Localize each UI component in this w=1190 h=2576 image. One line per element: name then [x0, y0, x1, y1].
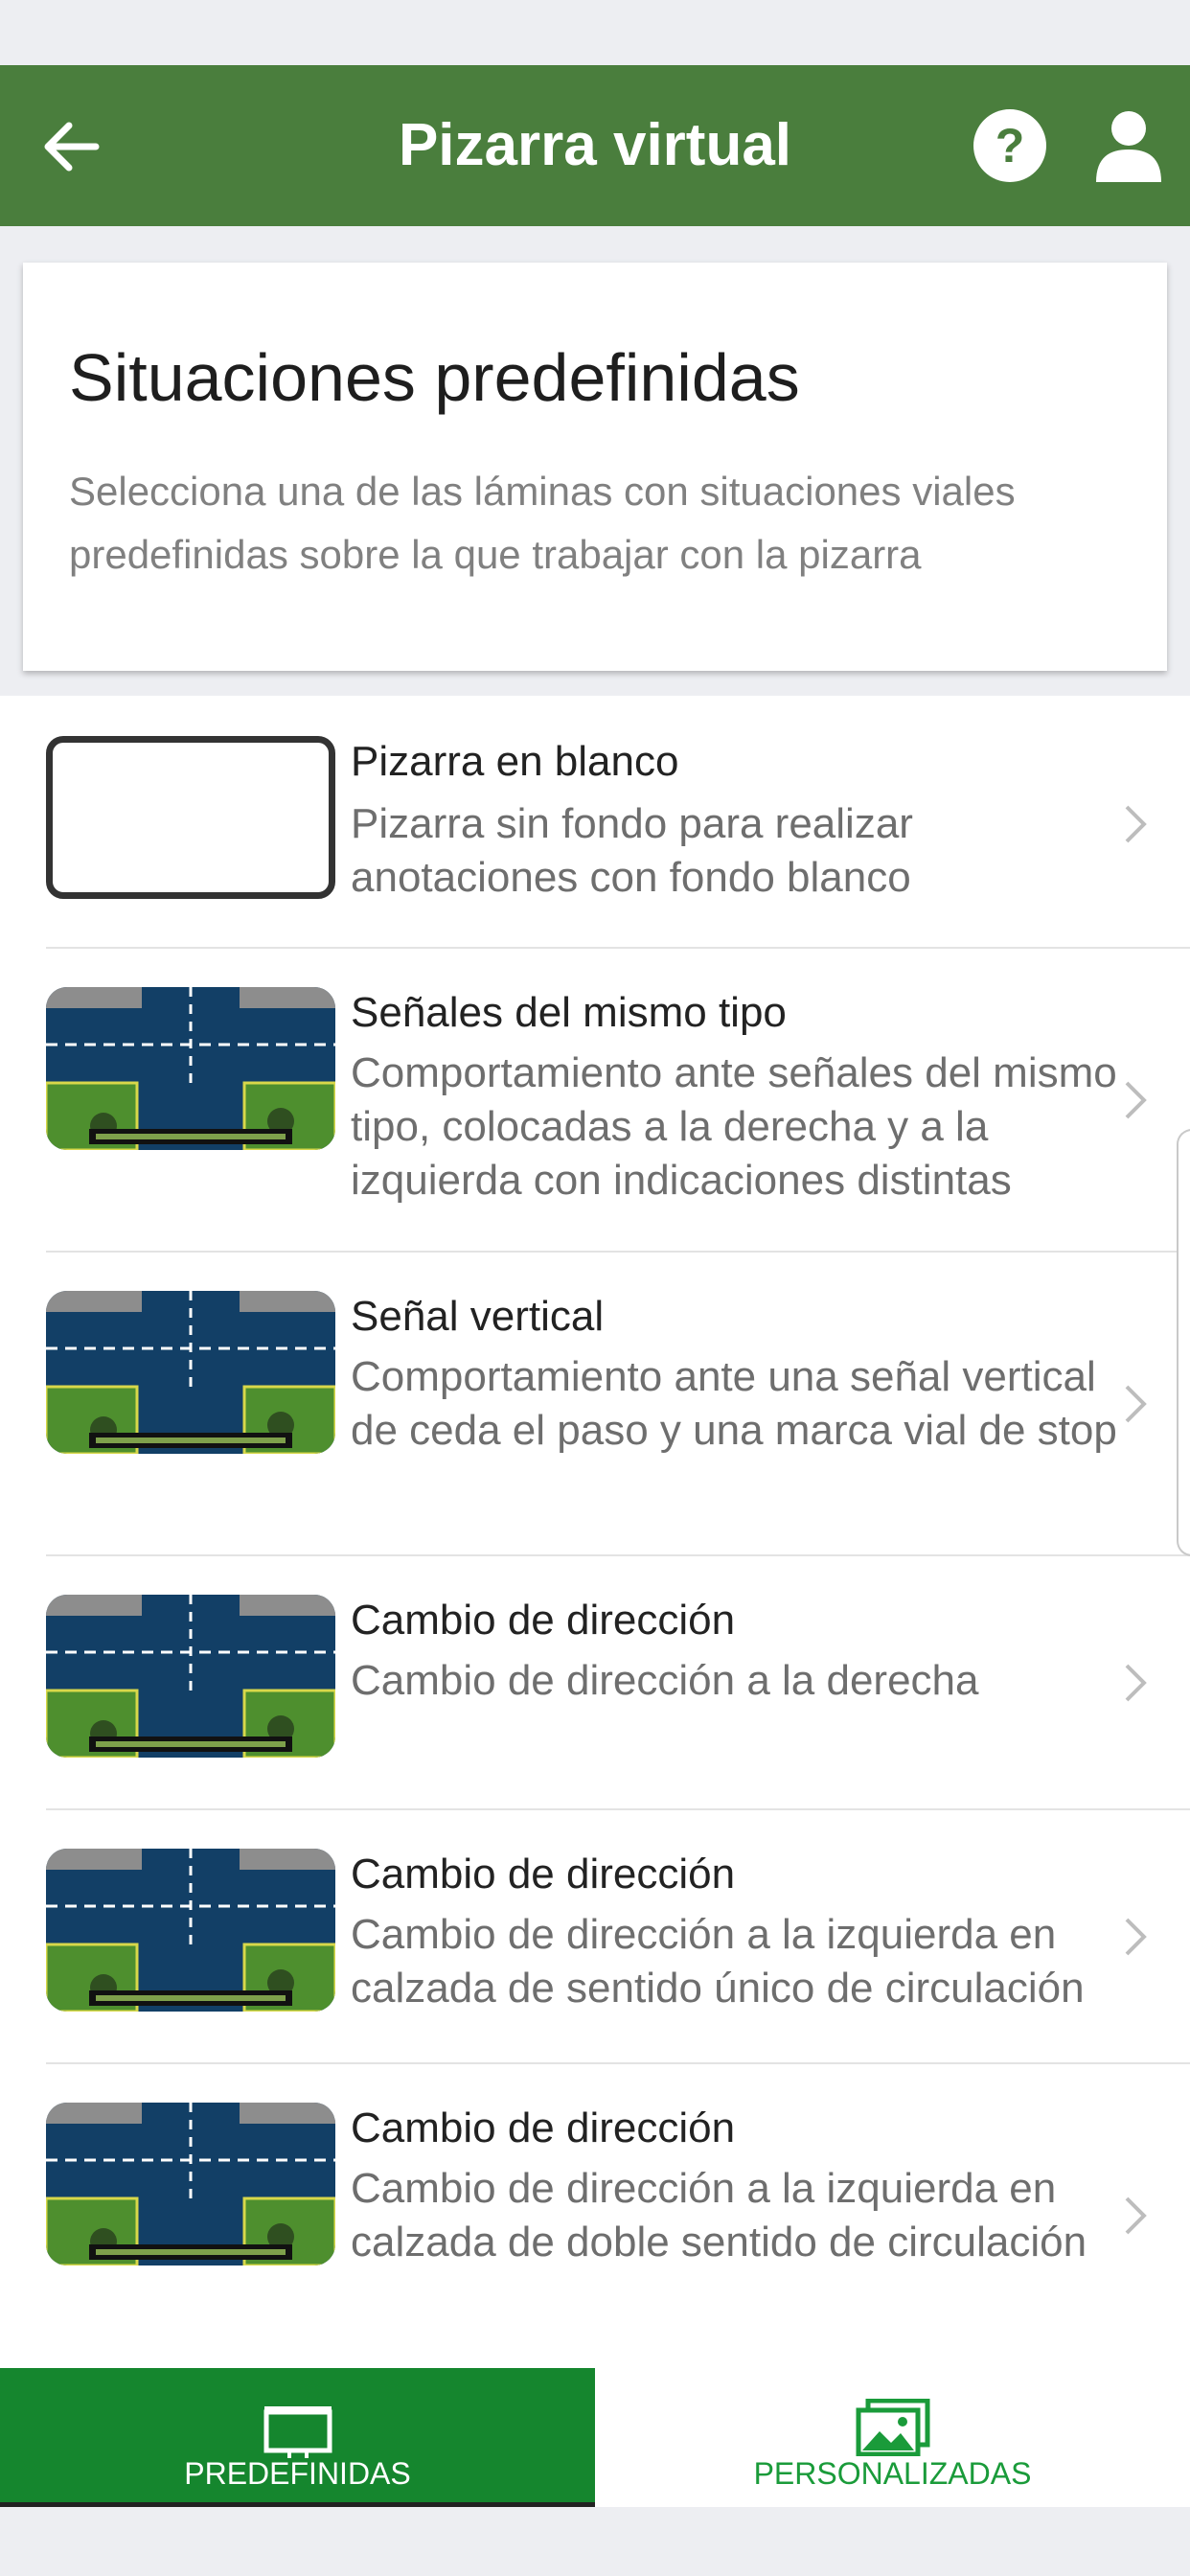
app-bar: Pizarra virtual ? [0, 65, 1190, 226]
item-title: Pizarra en blanco [351, 738, 679, 785]
chevron-right-icon [1125, 2196, 1147, 2235]
images-icon [856, 2399, 930, 2456]
item-description: Cambio de dirección a la derecha [351, 1657, 979, 1704]
section-title: Situaciones predefinidas [69, 340, 800, 415]
blank-board-thumbnail [46, 736, 335, 899]
chevron-right-icon [1125, 1664, 1147, 1702]
list-item[interactable]: Señales del mismo tipo Comportamiento an… [0, 949, 1190, 1253]
bottom-navigation: PREDEFINIDAS PERSONALIZADAS [0, 2368, 1190, 2507]
list-item[interactable]: Señal vertical Comportamiento ante una s… [0, 1253, 1190, 1556]
item-description: Pizarra sin fondo para realizar anotacio… [351, 800, 913, 901]
help-circle-icon[interactable]: ? [972, 107, 1048, 184]
item-description: Cambio de dirección a la izquierda en ca… [351, 1911, 1085, 2012]
item-description: Cambio de dirección a la izquierda en ca… [351, 2165, 1087, 2266]
user-icon[interactable] [1090, 107, 1167, 184]
situations-list: Pizarra en blanco Pizarra sin fondo para… [0, 696, 1190, 2368]
scene-thumbnail [46, 1595, 335, 1758]
scene-thumbnail [46, 1849, 335, 2012]
chevron-right-icon [1125, 805, 1147, 843]
scroll-indicator[interactable] [1177, 1129, 1190, 1556]
tab-personalizadas[interactable]: PERSONALIZADAS [595, 2368, 1190, 2507]
tab-predefinidas[interactable]: PREDEFINIDAS [0, 2368, 595, 2507]
scene-thumbnail [46, 987, 335, 1150]
scene-thumbnail [46, 1291, 335, 1454]
chevron-right-icon [1125, 1081, 1147, 1119]
item-title: Señales del mismo tipo [351, 989, 787, 1036]
tab-label: PERSONALIZADAS [753, 2456, 1032, 2491]
item-title: Cambio de dirección [351, 2104, 736, 2151]
item-title: Cambio de dirección [351, 1597, 736, 1644]
list-item[interactable]: Pizarra en blanco Pizarra sin fondo para… [0, 696, 1190, 949]
chevron-right-icon [1125, 1385, 1147, 1423]
item-description: Comportamiento ante señales del mismo ti… [351, 1049, 1117, 1204]
list-item[interactable]: Cambio de dirección Cambio de dirección … [0, 1556, 1190, 1810]
list-item[interactable]: Cambio de dirección Cambio de dirección … [0, 1810, 1190, 2064]
whiteboard-icon [263, 2406, 332, 2458]
chevron-right-icon [1125, 1918, 1147, 1956]
list-item[interactable]: Cambio de dirección Cambio de dirección … [0, 2064, 1190, 2368]
item-title: Cambio de dirección [351, 1851, 736, 1898]
intro-card: Situaciones predefinidas Selecciona una … [23, 263, 1167, 671]
section-description: Selecciona una de las láminas con situac… [69, 469, 1016, 577]
scene-thumbnail [46, 2103, 335, 2266]
svg-text:?: ? [995, 119, 1025, 172]
item-title: Señal vertical [351, 1293, 605, 1340]
tab-label: PREDEFINIDAS [184, 2456, 411, 2491]
item-description: Comportamiento ante una señal vertical d… [351, 1353, 1117, 1454]
